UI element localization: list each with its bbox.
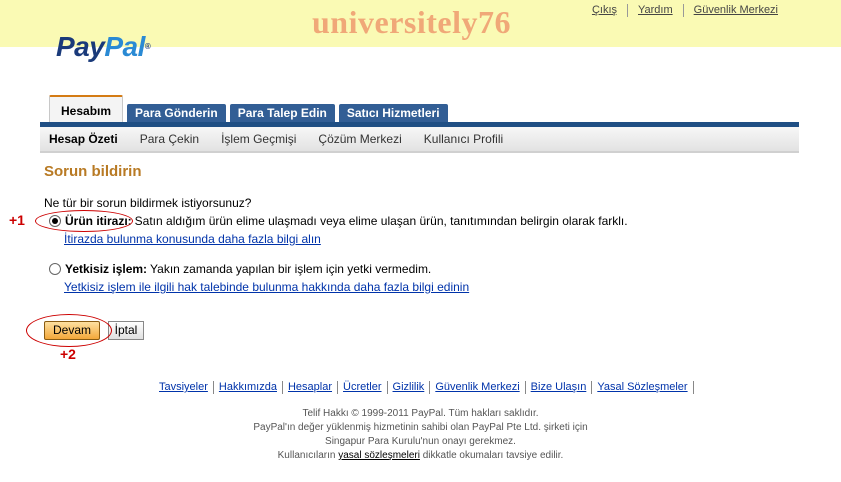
tab-my-account[interactable]: Hesabım — [49, 95, 124, 122]
top-links: Çıkış Yardım Güvenlik Merkezi — [582, 4, 788, 17]
footer-link-referrals[interactable]: Tavsiyeler — [154, 381, 213, 394]
unauthorized-info-link[interactable]: Yetkisiz işlem ile ilgili hak talebinde … — [64, 280, 469, 294]
footer-link-privacy[interactable]: Gizlilik — [386, 381, 430, 394]
subnav-profile[interactable]: Kullanıcı Profili — [413, 132, 514, 146]
main-tabs: Hesabım Para Gönderin Para Talep Edin Sa… — [49, 95, 452, 122]
copyright-line-4: Kullanıcıların yasal sözleşmeleri dikkat… — [0, 449, 841, 463]
tab-merchant-services[interactable]: Satıcı Hizmetleri — [338, 104, 448, 122]
footer-link-security[interactable]: Güvenlik Merkezi — [429, 381, 524, 394]
option-unauthorized: Yetkisiz işlem: Yakın zamanda yapılan bi… — [49, 262, 431, 276]
annotation-label-2: +2 — [60, 346, 76, 362]
copyright-line-2: PayPal'ın değer yüklenmiş hizmetinin sah… — [253, 422, 588, 433]
footer-link-about[interactable]: Hakkımızda — [212, 381, 282, 394]
help-link[interactable]: Yardım — [627, 4, 683, 17]
watermark-text: universitely76 — [312, 4, 511, 40]
copyright-line-1: Telif Hakkı © 1999-2011 PayPal. Tüm hakl… — [302, 408, 539, 419]
tab-request-money[interactable]: Para Talep Edin — [229, 104, 335, 122]
option-unauthorized-desc: Yakın zamanda yapılan bir işlem için yet… — [150, 262, 432, 276]
question-text: Ne tür bir sorun bildirmek istiyorsunuz? — [44, 196, 252, 210]
option-item-dispute-desc: Satın aldığım ürün elime ulaşmadı veya e… — [134, 214, 628, 228]
footer-links: Tavsiyeler Hakkımızda Hesaplar Ücretler … — [154, 381, 694, 394]
tab-send-money[interactable]: Para Gönderin — [127, 104, 226, 122]
logo-pal: Pal — [104, 31, 145, 62]
subnav-withdraw[interactable]: Para Çekin — [129, 132, 210, 146]
footer-link-accounts[interactable]: Hesaplar — [281, 381, 337, 394]
option-item-dispute: Ürün itirazı: Satın aldığım ürün elime u… — [49, 214, 628, 228]
annotation-label-1: +1 — [9, 212, 25, 228]
cancel-button[interactable]: İptal — [108, 321, 144, 340]
dispute-info-link[interactable]: İtirazda bulunma konusunda daha fazla bi… — [64, 232, 321, 246]
option-unauthorized-label: Yetkisiz işlem: — [65, 262, 148, 276]
footer-end-divider — [692, 381, 694, 394]
copyright-line-4-post: dikkatle okumaları tavsiye edilir. — [422, 450, 564, 461]
subnav-history[interactable]: İşlem Geçmişi — [210, 132, 307, 146]
logo-trademark: ® — [144, 42, 151, 51]
subnav-shadow — [40, 151, 799, 153]
page-title: Sorun bildirin — [44, 163, 142, 180]
security-center-link[interactable]: Güvenlik Merkezi — [682, 4, 788, 17]
logout-link[interactable]: Çıkış — [582, 4, 627, 17]
copyright-block: Telif Hakkı © 1999-2011 PayPal. Tüm hakl… — [0, 407, 841, 463]
paypal-logo[interactable]: PayPal® — [56, 31, 151, 62]
footer-link-contact[interactable]: Bize Ulaşın — [524, 381, 592, 394]
subnav-resolution-center[interactable]: Çözüm Merkezi — [307, 132, 412, 146]
legal-agreements-link[interactable]: yasal sözleşmeleri — [338, 450, 420, 461]
copyright-line-3: Singapur Para Kurulu'nun onayı gerekmez. — [325, 436, 516, 447]
radio-unauthorized[interactable] — [49, 263, 61, 275]
sub-navigation: Hesap Özeti Para Çekin İşlem Geçmişi Çöz… — [40, 127, 799, 151]
annotation-circle-2 — [26, 314, 112, 347]
copyright-line-4-pre: Kullanıcıların — [277, 450, 336, 461]
subnav-account-overview[interactable]: Hesap Özeti — [40, 132, 129, 146]
annotation-circle-1 — [35, 210, 133, 232]
footer-link-legal[interactable]: Yasal Sözleşmeler — [591, 381, 692, 394]
footer-link-fees[interactable]: Ücretler — [337, 381, 387, 394]
logo-pay: Pay — [56, 31, 105, 62]
